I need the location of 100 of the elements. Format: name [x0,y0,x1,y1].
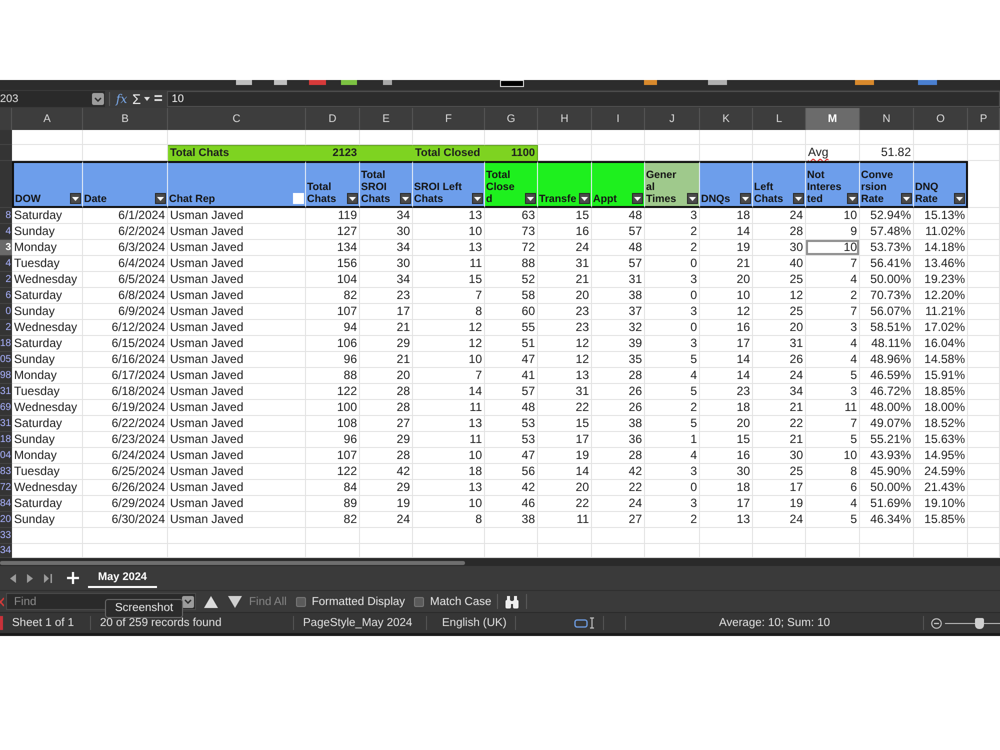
active-cell: 10 [806,240,860,256]
table-cell: 19.23% [914,272,968,288]
filter-button[interactable] [632,193,643,204]
row-header[interactable]: 18 [0,432,12,448]
toolbar-icon[interactable] [500,80,524,87]
row-header[interactable]: 6 [0,288,12,304]
language[interactable]: English (UK) [442,617,507,629]
table-cell: Usman Javed [168,256,306,272]
table-cell: Saturday [12,416,83,432]
table-cell: 12 [753,288,806,304]
left-arrow-icon[interactable] [10,574,16,582]
function-wizard-button[interactable]: fx [116,92,128,106]
filter-button[interactable] [793,193,804,204]
table-cell: Wednesday [12,400,83,416]
table-cell: 6/29/2024 [83,496,168,512]
empty-cell [753,528,806,544]
row-header[interactable]: 31 [0,384,12,400]
row-header[interactable]: 31 [0,416,12,432]
filter-button[interactable] [954,193,965,204]
table-cell: 6/16/2024 [83,352,168,368]
table-cell: Usman Javed [168,432,306,448]
formula-button[interactable]: = [154,91,163,107]
row-header[interactable]: 8 [0,208,12,224]
filter-button[interactable] [847,193,858,204]
scrollbar-thumb[interactable] [0,561,465,565]
row-header[interactable]: 33 [0,528,12,544]
plus-icon[interactable] [67,572,79,584]
table-cell: 57.48% [860,224,914,240]
column-header[interactable]: M [806,108,860,130]
header-label: SROI Left Chats [414,181,462,205]
row-header[interactable]: 4 [0,224,12,240]
row-header[interactable]: 2 [0,320,12,336]
table-cell: 53.73% [860,240,914,256]
checkbox[interactable] [296,596,306,606]
filter-button[interactable] [579,193,590,204]
checkbox-label[interactable]: Match Case [430,596,492,608]
filter-button[interactable] [347,193,358,204]
down-arrow-icon[interactable] [228,596,242,608]
row-header[interactable]: 84 [0,496,12,512]
row-header[interactable]: 4 [0,256,12,272]
table-cell: 30 [360,256,413,272]
zoom-out-icon[interactable] [931,618,942,628]
slider-thumb[interactable] [975,618,984,628]
dropdown-button[interactable] [92,93,104,105]
empty-cell [968,400,1000,416]
filter-button[interactable] [70,193,81,204]
sheet-tab[interactable]: May 2024 [88,568,157,588]
table-cell: 17 [538,432,592,448]
filter-button[interactable] [400,193,411,204]
table-cell: 57 [592,224,645,240]
horizontal-scrollbar[interactable] [0,558,1000,566]
table-cell: 21 [538,272,592,288]
empty-cell [968,145,1000,161]
row-header[interactable]: 05 [0,352,12,368]
name-box[interactable]: 203 [0,91,105,107]
formula-input-field[interactable]: 10 [166,91,1000,107]
selection-mode-icon[interactable] [574,617,596,629]
table-cell: 12 [538,336,592,352]
sum-button[interactable]: Σ [132,91,150,107]
table-cell: 6/23/2024 [83,432,168,448]
row-header[interactable]: 04 [0,448,12,464]
table-cell: 13 [413,208,485,224]
row-header[interactable]: 69 [0,400,12,416]
row-header[interactable]: 83 [0,464,12,480]
table-cell: 88 [485,256,538,272]
zoom-slider[interactable] [945,618,1000,628]
row-header[interactable]: 20 [0,512,12,528]
table-cell: 10 [413,448,485,464]
page-style[interactable]: PageStyle_May 2024 [303,617,412,629]
table-cell: 38 [592,288,645,304]
row-header[interactable]: 72 [0,480,12,496]
table-cell: 17 [700,496,753,512]
checkbox[interactable] [414,596,424,606]
right-arrow-icon[interactable] [27,574,33,582]
row-header[interactable]: 18 [0,336,12,352]
row-header[interactable]: 2 [0,272,12,288]
row-header[interactable]: 98 [0,368,12,384]
filter-button[interactable] [155,193,166,204]
row-header[interactable]: 0 [0,304,12,320]
table-cell: 72 [485,240,538,256]
up-arrow-icon[interactable] [204,596,218,608]
filter-button[interactable] [525,193,536,204]
row-header[interactable]: 3 [0,240,12,256]
table-cell: 14.58% [914,352,968,368]
filter-button[interactable] [901,193,912,204]
table-cell: 100 [306,400,360,416]
filter-button[interactable] [472,193,483,204]
table-cell: 28 [592,368,645,384]
filter-button[interactable] [687,193,698,204]
last-arrow-icon[interactable] [44,574,52,582]
table-cell: 21.43% [914,480,968,496]
table-cell: 34 [360,208,413,224]
row-header[interactable]: 34 [0,544,12,558]
checkbox-label[interactable]: Formatted Display [312,596,406,608]
binoculars-icon[interactable] [505,594,520,608]
dropdown-button[interactable] [182,596,194,608]
table-cell: 20 [700,416,753,432]
table-cell: 46.34% [860,512,914,528]
table-cell: 26 [592,384,645,400]
filter-button[interactable] [740,193,751,204]
